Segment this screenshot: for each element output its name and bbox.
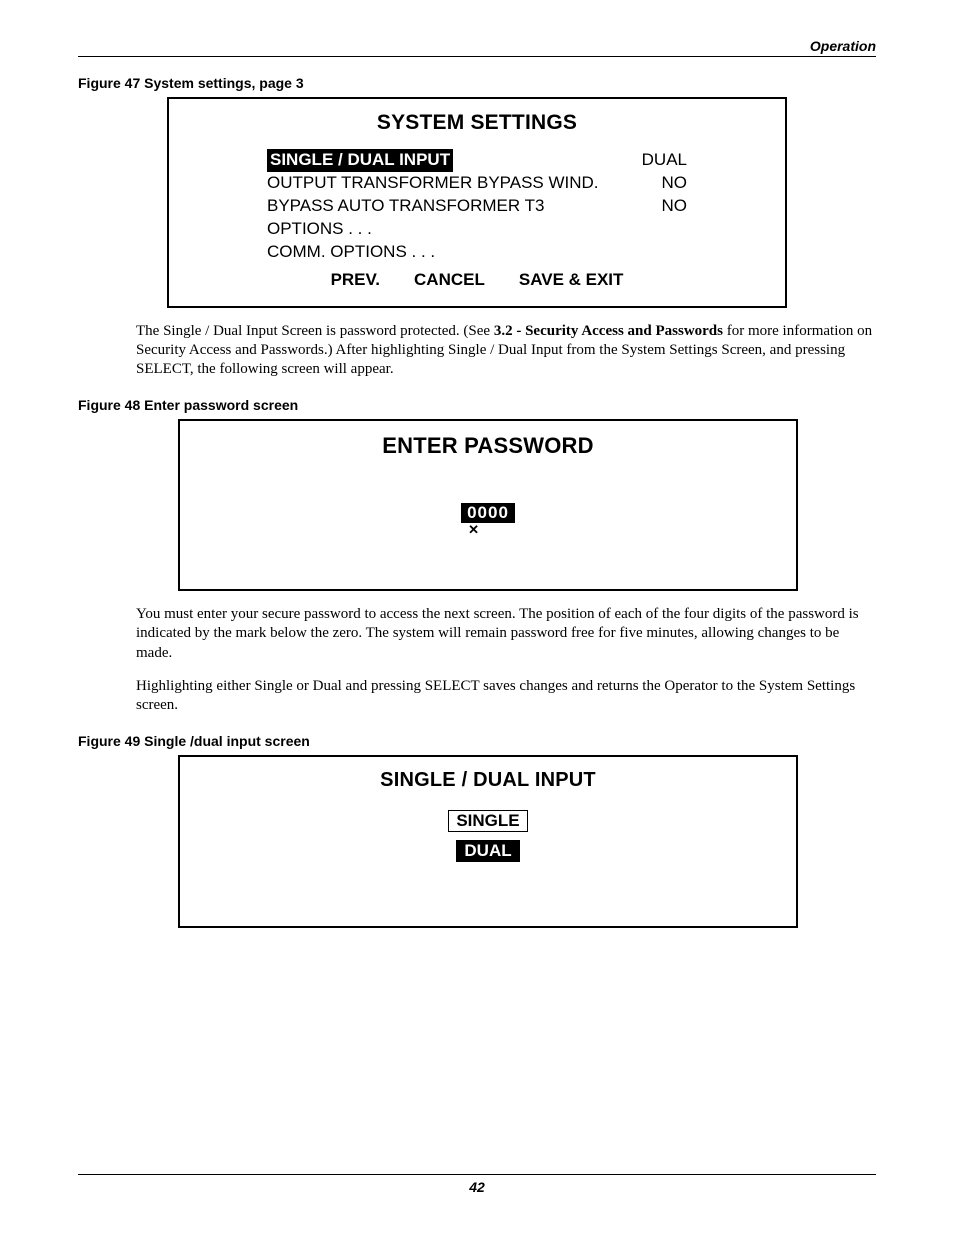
setting-label: OPTIONS . . . <box>267 218 372 241</box>
setting-row-single-dual[interactable]: SINGLE / DUAL INPUT DUAL <box>267 149 687 172</box>
prev-button[interactable]: PREV. <box>331 270 380 290</box>
system-settings-screen: SYSTEM SETTINGS SINGLE / DUAL INPUT DUAL… <box>167 97 787 308</box>
option-single[interactable]: SINGLE <box>448 810 527 832</box>
setting-value: DUAL <box>642 149 687 172</box>
setting-label: SINGLE / DUAL INPUT <box>267 149 453 172</box>
caret-icon: ✕ <box>468 522 480 538</box>
setting-row-comm-options[interactable]: COMM. OPTIONS . . . <box>267 241 687 264</box>
paragraph-3: Highlighting either Single or Dual and p… <box>136 677 876 715</box>
page-number: 42 <box>469 1179 485 1195</box>
screen-title: SYSTEM SETTINGS <box>197 111 757 135</box>
password-input[interactable]: 0000 ✕ <box>461 503 515 523</box>
paragraph-1: The Single / Dual Input Screen is passwo… <box>136 322 876 380</box>
setting-row-bypass-auto[interactable]: BYPASS AUTO TRANSFORMER T3 NO <box>267 195 687 218</box>
screen-title: ENTER PASSWORD <box>208 433 768 459</box>
save-exit-button[interactable]: SAVE & EXIT <box>519 270 624 290</box>
enter-password-screen: ENTER PASSWORD 0000 ✕ <box>178 419 798 591</box>
figure-49-caption: Figure 49 Single /dual input screen <box>78 733 876 749</box>
paragraph-2: You must enter your secure password to a… <box>136 605 876 663</box>
single-dual-input-screen: SINGLE / DUAL INPUT SINGLE DUAL <box>178 755 798 928</box>
setting-row-output-transformer[interactable]: OUTPUT TRANSFORMER BYPASS WIND. NO <box>267 172 687 195</box>
page-header: Operation <box>78 32 876 57</box>
setting-row-options[interactable]: OPTIONS . . . <box>267 218 687 241</box>
screen-title: SINGLE / DUAL INPUT <box>208 769 768 792</box>
page-footer: 42 <box>78 1174 876 1195</box>
cancel-button[interactable]: CANCEL <box>414 270 485 290</box>
section-label: Operation <box>810 38 876 54</box>
setting-label: BYPASS AUTO TRANSFORMER T3 <box>267 195 544 218</box>
setting-label: OUTPUT TRANSFORMER BYPASS WIND. <box>267 172 599 195</box>
option-dual[interactable]: DUAL <box>456 840 519 862</box>
figure-47-caption: Figure 47 System settings, page 3 <box>78 75 876 91</box>
setting-value: NO <box>662 172 688 195</box>
setting-label: COMM. OPTIONS . . . <box>267 241 435 264</box>
figure-48-caption: Figure 48 Enter password screen <box>78 397 876 413</box>
setting-value: NO <box>662 195 688 218</box>
